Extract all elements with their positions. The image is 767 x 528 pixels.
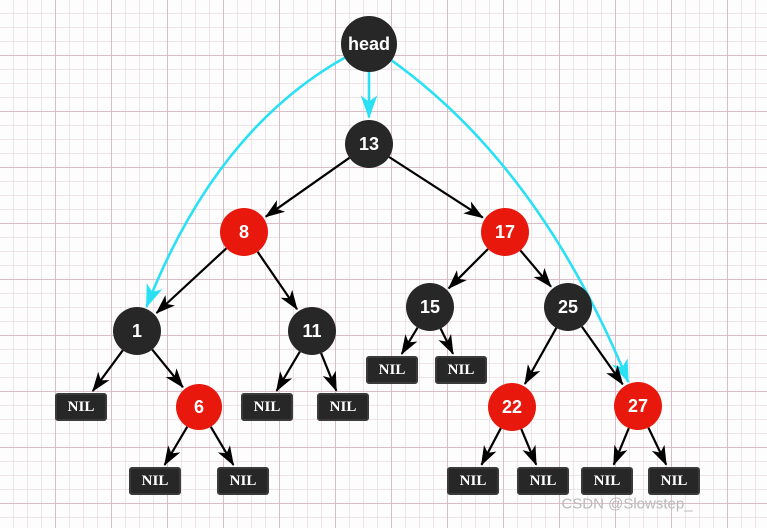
tree-edge [523, 327, 558, 385]
tree-node-1: 1 [113, 307, 161, 355]
nil-leaf: NIL [241, 393, 293, 421]
tree-node-17: 17 [481, 208, 529, 256]
watermark: CSDN @Slowstep_ [561, 495, 693, 513]
nil-leaf: NIL [648, 467, 700, 495]
nil-leaf: NIL [217, 467, 269, 495]
tree-node-25: 25 [544, 283, 592, 331]
tree-edge [163, 426, 189, 466]
diagram-canvas: head 13 8 17 1 11 15 25 6 22 27 NIL NIL NIL NIL NIL NIL… [0, 0, 767, 528]
nil-leaf: NIL [581, 467, 633, 495]
tree-node-head: head [341, 16, 397, 72]
tree-edge [612, 427, 630, 466]
tree-node-11: 11 [288, 307, 336, 355]
tree-edge [320, 352, 338, 392]
tree-node-27: 27 [614, 382, 662, 430]
tree-edge [264, 156, 351, 218]
tree-edge [447, 248, 489, 290]
tree-edge [400, 327, 419, 355]
tree-edge [480, 427, 502, 466]
tree-edge [91, 349, 124, 392]
tree-edge [275, 351, 301, 392]
tree-edge [647, 427, 668, 466]
nil-leaf: NIL [366, 356, 418, 384]
tree-edge [388, 156, 484, 219]
nil-leaf: NIL [317, 393, 369, 421]
tree-node-13: 13 [345, 120, 393, 168]
tree-node-6: 6 [176, 384, 222, 430]
edge-layer [91, 56, 668, 466]
tree-node-15: 15 [406, 283, 454, 331]
tree-edge [520, 428, 538, 466]
nil-leaf: NIL [435, 356, 487, 384]
tree-edge [519, 249, 552, 288]
nil-leaf: NIL [447, 467, 499, 495]
tree-edge [151, 348, 184, 389]
nil-leaf: NIL [55, 393, 107, 421]
nil-leaf: NIL [517, 467, 569, 495]
tree-node-8: 8 [220, 208, 268, 256]
nil-leaf: NIL [129, 467, 181, 495]
tree-edge [256, 251, 298, 311]
tree-edge [438, 328, 454, 355]
tree-node-22: 22 [488, 383, 536, 431]
tree-edge [209, 426, 235, 466]
